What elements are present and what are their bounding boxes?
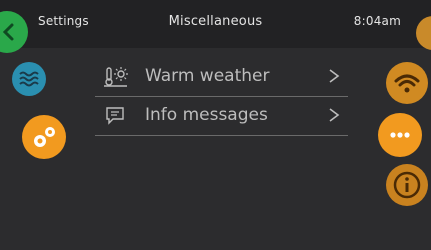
- chevron-right-icon: [328, 68, 340, 88]
- more-dots-icon: [390, 132, 410, 138]
- menu-item-label: Warm weather: [145, 66, 270, 86]
- chevron-right-icon: [328, 107, 340, 127]
- menu-item-label: Info messages: [145, 105, 268, 125]
- wifi-button[interactable]: [386, 62, 428, 104]
- info-button[interactable]: [386, 164, 428, 206]
- back-arrow-icon: [2, 23, 14, 41]
- menu-item-info-messages[interactable]: Info messages: [95, 97, 348, 136]
- thermometer-sun-icon: [103, 66, 129, 92]
- water-waves-icon: [19, 71, 39, 87]
- water-button[interactable]: [12, 62, 46, 96]
- clock-time: 8:04am: [353, 14, 401, 28]
- info-icon: [393, 171, 421, 199]
- menu-item-warm-weather[interactable]: Warm weather: [95, 58, 348, 97]
- message-icon: [103, 105, 129, 131]
- gears-icon: [34, 127, 55, 147]
- back-button[interactable]: [0, 11, 28, 53]
- more-button[interactable]: [378, 113, 422, 157]
- wifi-icon: [394, 74, 420, 93]
- settings-button[interactable]: [22, 115, 66, 159]
